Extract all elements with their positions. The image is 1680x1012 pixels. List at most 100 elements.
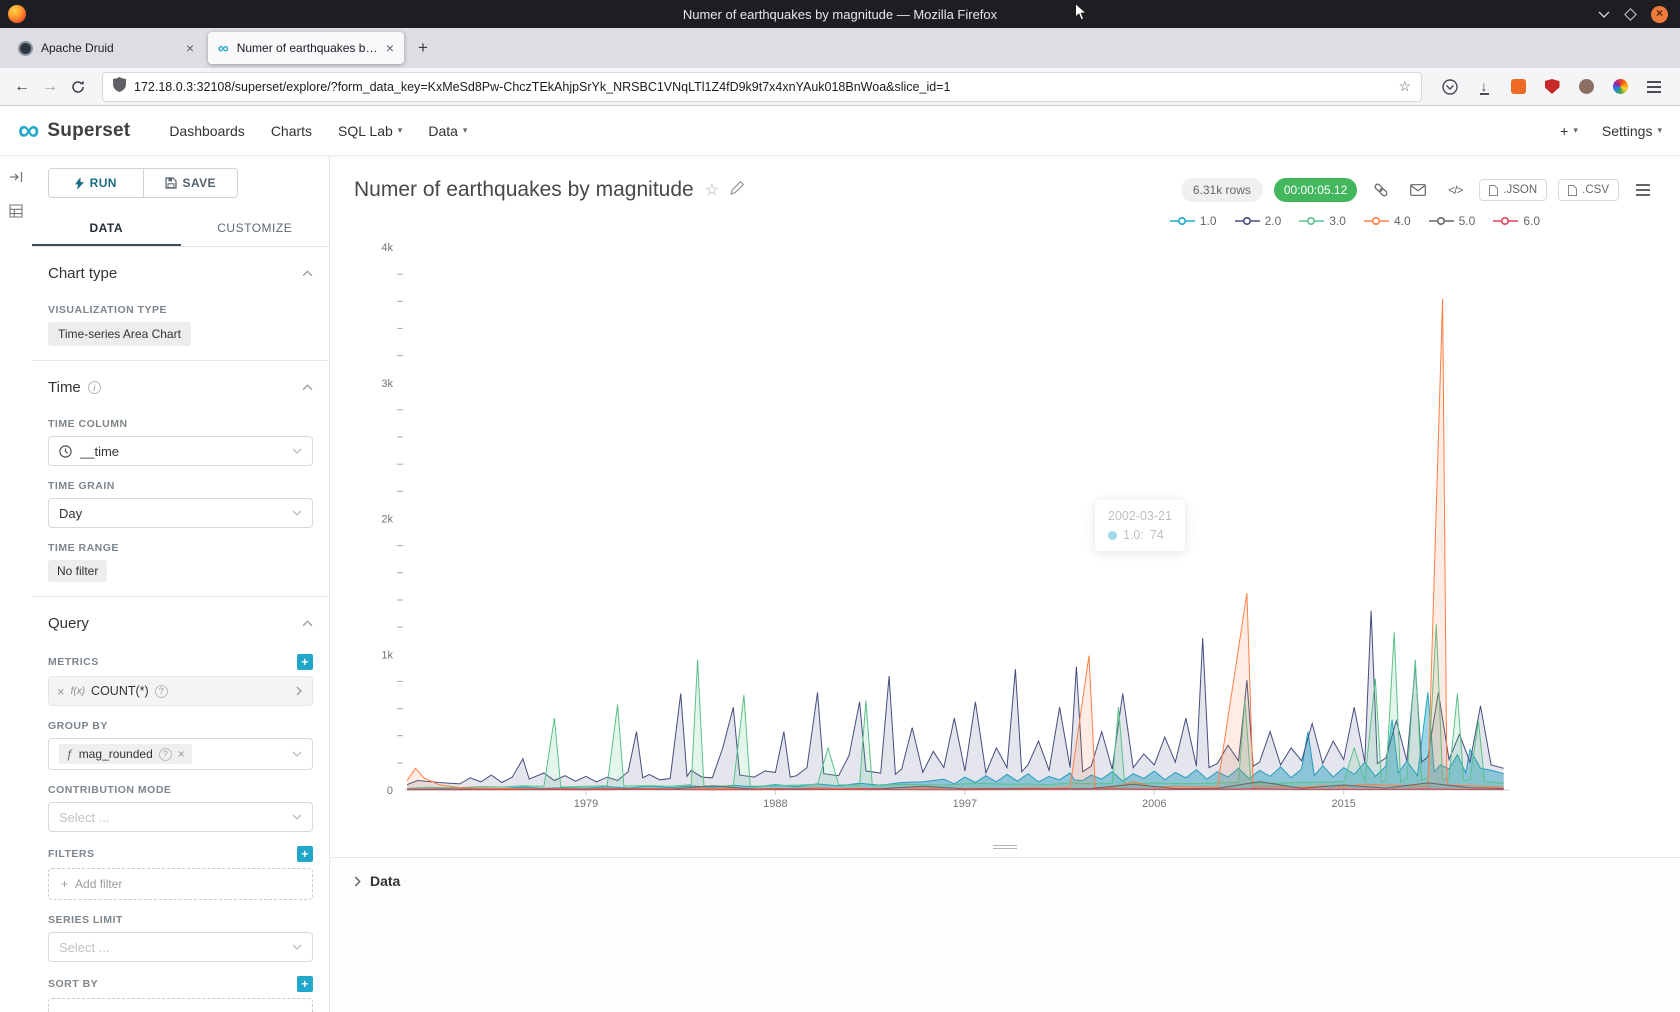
superset-header: ∞ Superset Dashboards Charts SQL Lab▾ Da…	[0, 106, 1680, 156]
file-icon	[1568, 185, 1577, 196]
ublock-extension-icon[interactable]	[1540, 75, 1564, 99]
superset-infinity-icon: ∞	[18, 118, 39, 144]
tab-customize[interactable]: CUSTOMIZE	[181, 210, 330, 246]
bookmark-star-icon[interactable]: ☆	[1398, 78, 1411, 95]
tab-data[interactable]: DATA	[32, 210, 181, 246]
remove-metric-icon[interactable]: ×	[57, 684, 65, 699]
downloads-icon[interactable]: ↓	[1472, 75, 1496, 99]
privacy-badger-extension-icon[interactable]	[1506, 75, 1530, 99]
add-filter-button[interactable]: +	[297, 846, 313, 862]
chart-menu-icon[interactable]	[1630, 178, 1656, 202]
time-grain-select[interactable]: Day	[48, 498, 313, 528]
extension-pinwheel-icon[interactable]	[1608, 75, 1632, 99]
explore-control-panel: RUN SAVE DATA CUSTOMIZE Chart type VISUA…	[32, 156, 330, 1012]
query-section-header[interactable]: Query	[48, 597, 313, 640]
chevron-right-icon	[354, 876, 361, 887]
settings-menu[interactable]: Settings▾	[1602, 123, 1662, 139]
browser-tab-druid[interactable]: Apache Druid ×	[8, 32, 204, 64]
timeseries-chart[interactable]: 01k2k3k4k19791988199720062015	[350, 242, 1514, 807]
email-icon[interactable]	[1405, 178, 1431, 202]
viz-type-chip[interactable]: Time-series Area Chart	[48, 322, 191, 346]
svg-text:2015: 2015	[1331, 798, 1355, 807]
svg-text:4k: 4k	[381, 242, 393, 254]
svg-text:2006: 2006	[1142, 798, 1166, 807]
account-avatar-icon[interactable]	[1574, 75, 1598, 99]
add-filter-dropzone[interactable]: + Add filter	[48, 868, 313, 900]
legend-label: 2.0	[1265, 214, 1282, 228]
chart-legend: 1.0 2.0 3.0 4.0 5.0 6.0	[330, 206, 1680, 228]
legend-label: 3.0	[1329, 214, 1346, 228]
favorite-star-icon[interactable]: ☆	[705, 180, 719, 200]
collapse-panel-icon[interactable]	[9, 170, 23, 188]
add-sort-by-button[interactable]: +	[297, 976, 313, 992]
new-item-button[interactable]: +▾	[1560, 123, 1578, 139]
chevron-right-icon[interactable]	[296, 686, 302, 696]
tracking-shield-icon[interactable]	[113, 77, 126, 97]
series-limit-select[interactable]: Select ...	[48, 932, 313, 962]
window-minimize-button[interactable]	[1598, 11, 1610, 18]
group-by-select[interactable]: ƒ mag_rounded ? ×	[48, 738, 313, 770]
nav-charts[interactable]: Charts	[271, 123, 312, 139]
new-tab-button[interactable]: +	[410, 35, 436, 61]
pocket-icon[interactable]	[1438, 75, 1462, 99]
embed-code-icon[interactable]: </>	[1442, 178, 1468, 202]
tab-close-icon[interactable]: ×	[186, 40, 194, 56]
tab-close-icon[interactable]: ×	[386, 40, 394, 56]
window-title: Numer of earthquakes by magnitude — Mozi…	[0, 7, 1680, 22]
legend-item[interactable]: 6.0	[1493, 214, 1540, 228]
window-close-button[interactable]: ×	[1651, 6, 1668, 23]
nav-sql-lab[interactable]: SQL Lab▾	[338, 123, 402, 139]
menu-icon[interactable]	[1642, 75, 1666, 99]
time-grain-label: TIME GRAIN	[48, 480, 313, 492]
sort-by-dropzone[interactable]	[48, 998, 313, 1012]
contribution-mode-select[interactable]: Select ...	[48, 802, 313, 832]
nav-data[interactable]: Data▾	[428, 123, 467, 139]
chevron-up-icon	[302, 620, 313, 627]
metrics-label: METRICS +	[48, 654, 313, 670]
export-json-button[interactable]: .JSON	[1479, 179, 1547, 201]
url-bar[interactable]: ☆	[102, 72, 1422, 102]
share-link-icon[interactable]	[1368, 178, 1394, 202]
save-button[interactable]: SAVE	[144, 168, 239, 198]
legend-marker-icon	[1364, 216, 1389, 226]
resize-handle[interactable]	[993, 845, 1017, 849]
url-input[interactable]	[134, 80, 1390, 94]
legend-item[interactable]: 2.0	[1235, 214, 1282, 228]
export-csv-button[interactable]: .CSV	[1558, 179, 1619, 201]
legend-item[interactable]: 4.0	[1364, 214, 1411, 228]
chevron-down-icon: ▾	[463, 125, 468, 136]
legend-item[interactable]: 5.0	[1429, 214, 1476, 228]
run-button[interactable]: RUN	[48, 168, 144, 198]
nav-dashboards[interactable]: Dashboards	[169, 123, 245, 139]
chevron-down-icon	[292, 448, 302, 454]
chevron-down-icon	[292, 944, 302, 950]
forward-button[interactable]: →	[36, 73, 64, 101]
svg-text:0: 0	[387, 785, 393, 797]
browser-toolbar: ← → ☆ ↓	[0, 68, 1680, 106]
time-column-select[interactable]: __time	[48, 436, 313, 466]
add-metric-button[interactable]: +	[297, 654, 313, 670]
superset-logo[interactable]: ∞ Superset	[18, 118, 130, 144]
data-panel-header[interactable]: Data	[354, 873, 400, 889]
chevron-down-icon: ▾	[1573, 125, 1578, 136]
legend-item[interactable]: 1.0	[1170, 214, 1217, 228]
window-titlebar: Numer of earthquakes by magnitude — Mozi…	[0, 0, 1680, 28]
edit-properties-icon[interactable]	[730, 181, 744, 200]
time-section-header[interactable]: Time i	[48, 361, 313, 404]
window-maximize-button[interactable]	[1624, 8, 1637, 21]
datasource-grid-icon[interactable]	[9, 204, 23, 223]
time-range-chip[interactable]: No filter	[48, 560, 107, 582]
remove-groupby-icon[interactable]: ×	[178, 747, 185, 761]
back-button[interactable]: ←	[8, 73, 36, 101]
reload-button[interactable]	[64, 73, 92, 101]
column-function-icon: ƒ	[66, 747, 73, 761]
browser-tab-superset-explore[interactable]: ∞ Numer of earthquakes by … ×	[208, 32, 404, 64]
left-icon-strip	[0, 156, 32, 1012]
chart-container: 01k2k3k4k19791988199720062015 2002-03-21…	[350, 242, 1514, 807]
chevron-down-icon	[292, 814, 302, 820]
legend-marker-icon	[1170, 216, 1195, 226]
metric-pill[interactable]: × f(x) COUNT(*) ?	[48, 676, 313, 706]
group-by-pill[interactable]: ƒ mag_rounded ? ×	[59, 744, 192, 764]
legend-item[interactable]: 3.0	[1299, 214, 1346, 228]
chart-type-section-header[interactable]: Chart type	[48, 247, 313, 290]
